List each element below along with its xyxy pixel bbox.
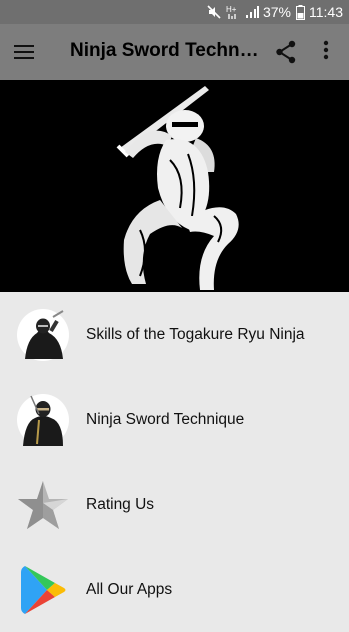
ninja-photo-thumbnail <box>17 308 69 361</box>
status-bar: H+ 37% 11:43 <box>0 0 349 24</box>
menu-list: Skills of the Togakure Ryu Ninja Ninja S… <box>0 292 349 632</box>
battery-icon <box>296 4 305 20</box>
more-vert-icon <box>323 40 329 60</box>
ninja-sword-thumbnail <box>17 393 69 446</box>
ninja-silhouette-image <box>116 86 239 290</box>
list-item-rating[interactable]: Rating Us <box>0 462 349 547</box>
hplus-signal-icon: H+ <box>226 4 240 20</box>
mute-icon <box>207 5 221 19</box>
app-bar: Ninja Sword Techni… <box>0 24 349 80</box>
list-item-label: Ninja Sword Technique <box>86 410 245 428</box>
more-options-button[interactable] <box>318 40 334 64</box>
app-title: Ninja Sword Techni… <box>70 40 260 61</box>
svg-text:H+: H+ <box>226 5 237 14</box>
list-item-label: Rating Us <box>86 495 155 513</box>
list-item-label: Skills of the Togakure Ryu Ninja <box>86 325 305 343</box>
menu-icon <box>14 45 34 59</box>
status-time: 11:43 <box>309 4 343 20</box>
menu-button[interactable] <box>12 38 36 66</box>
share-icon <box>276 40 296 64</box>
hero-banner <box>0 80 349 292</box>
list-item-skills[interactable]: Skills of the Togakure Ryu Ninja <box>0 292 349 377</box>
list-item-label: All Our Apps <box>86 580 173 598</box>
play-store-icon <box>17 564 69 616</box>
cell-signal-icon <box>245 5 259 19</box>
share-button[interactable] <box>275 40 299 64</box>
list-item-all-apps[interactable]: All Our Apps <box>0 547 349 632</box>
silver-star-icon <box>17 479 69 531</box>
battery-percent: 37% <box>262 4 291 20</box>
list-item-sword-technique[interactable]: Ninja Sword Technique <box>0 377 349 462</box>
